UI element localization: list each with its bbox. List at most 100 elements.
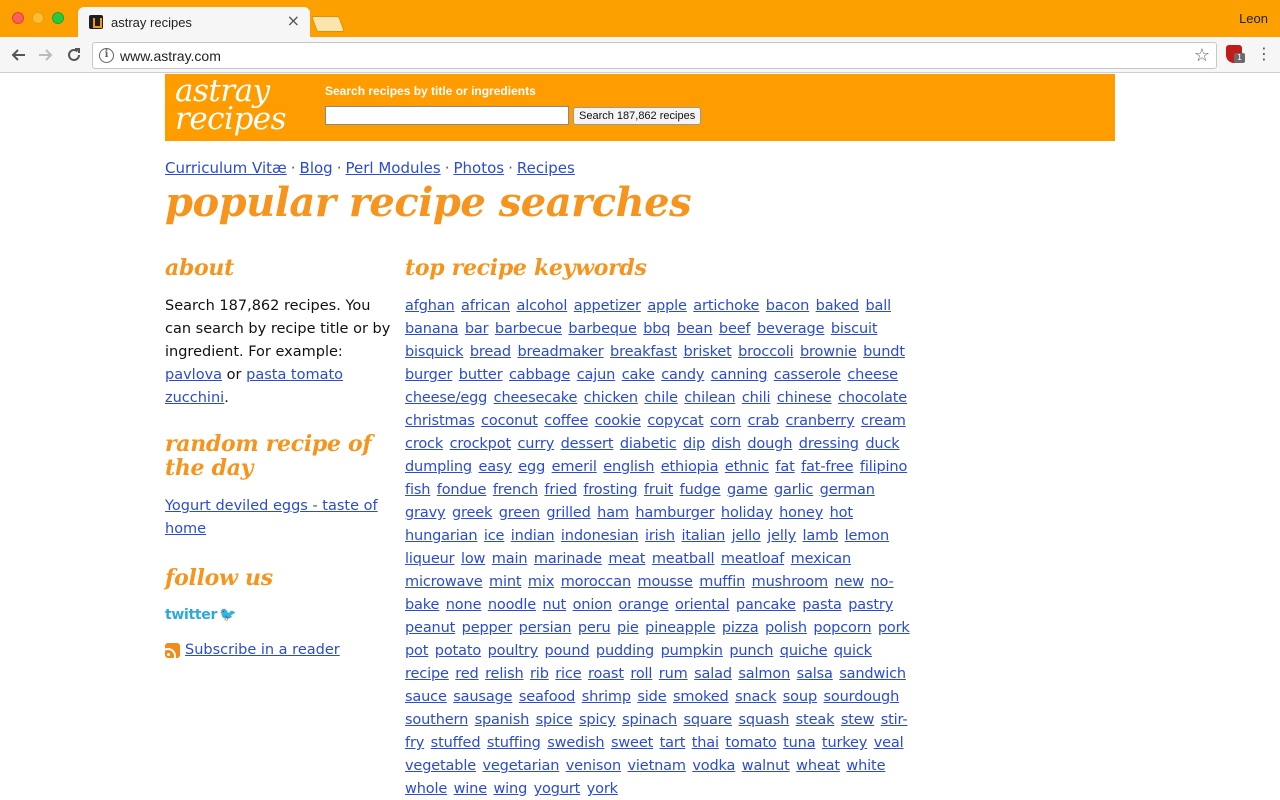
keyword-link[interactable]: meatloaf: [721, 551, 784, 567]
keyword-link[interactable]: thai: [692, 735, 719, 751]
keyword-link[interactable]: breadmaker: [517, 344, 603, 360]
keyword-link[interactable]: vegetarian: [482, 758, 559, 774]
keyword-link[interactable]: fried: [544, 482, 577, 498]
keyword-link[interactable]: green: [499, 505, 540, 521]
keyword-link[interactable]: garlic: [774, 482, 813, 498]
keyword-link[interactable]: soup: [783, 689, 817, 705]
keyword-link[interactable]: chili: [742, 390, 771, 406]
keyword-link[interactable]: pound: [545, 643, 590, 659]
nav-link-cv[interactable]: Curriculum Vitæ: [165, 159, 287, 177]
keyword-link[interactable]: pumpkin: [661, 643, 723, 659]
keyword-link[interactable]: wheat: [796, 758, 840, 774]
keyword-link[interactable]: alcohol: [516, 298, 567, 314]
keyword-link[interactable]: spicy: [579, 712, 616, 728]
keyword-link[interactable]: tuna: [783, 735, 816, 751]
keyword-link[interactable]: bean: [677, 321, 713, 337]
keyword-link[interactable]: curry: [517, 436, 554, 452]
keyword-link[interactable]: coconut: [481, 413, 538, 429]
keyword-link[interactable]: beverage: [757, 321, 825, 337]
keyword-link[interactable]: ball: [865, 298, 891, 314]
keyword-link[interactable]: filipino: [860, 459, 907, 475]
twitter-link[interactable]: twitter 🐦: [165, 604, 397, 623]
keyword-link[interactable]: yogurt: [534, 781, 581, 797]
keyword-link[interactable]: stew: [841, 712, 875, 728]
keyword-link[interactable]: walnut: [742, 758, 790, 774]
keyword-link[interactable]: salad: [694, 666, 732, 682]
keyword-link[interactable]: peanut: [405, 620, 455, 636]
keyword-link[interactable]: hamburger: [635, 505, 714, 521]
keyword-link[interactable]: squash: [739, 712, 790, 728]
window-minimize-button[interactable]: [32, 12, 44, 24]
keyword-link[interactable]: dessert: [561, 436, 614, 452]
keyword-link[interactable]: cabbage: [509, 367, 570, 383]
keyword-link[interactable]: cookie: [595, 413, 641, 429]
keyword-link[interactable]: afghan: [405, 298, 455, 314]
keyword-link[interactable]: jelly: [767, 528, 796, 544]
nav-link-recipes[interactable]: Recipes: [517, 159, 575, 177]
keyword-link[interactable]: corn: [710, 413, 741, 429]
keyword-link[interactable]: pizza: [722, 620, 759, 636]
keyword-link[interactable]: holiday: [721, 505, 773, 521]
keyword-link[interactable]: apple: [647, 298, 687, 314]
keyword-link[interactable]: cheese: [847, 367, 898, 383]
keyword-link[interactable]: coffee: [544, 413, 588, 429]
keyword-link[interactable]: noodle: [488, 597, 536, 613]
keyword-link[interactable]: recipe: [405, 666, 449, 682]
keyword-link[interactable]: sourdough: [823, 689, 899, 705]
nav-link-photos[interactable]: Photos: [453, 159, 504, 177]
keyword-link[interactable]: spinach: [622, 712, 677, 728]
keyword-link[interactable]: side: [637, 689, 666, 705]
keyword-link[interactable]: french: [493, 482, 538, 498]
keyword-link[interactable]: tart: [660, 735, 686, 751]
keyword-link[interactable]: sauce: [405, 689, 447, 705]
keyword-link[interactable]: persian: [519, 620, 572, 636]
keyword-link[interactable]: sausage: [453, 689, 512, 705]
keyword-link[interactable]: easy: [478, 459, 511, 475]
info-icon[interactable]: i: [99, 48, 114, 63]
keyword-link[interactable]: sweet: [611, 735, 653, 751]
keyword-link[interactable]: cajun: [577, 367, 616, 383]
random-recipe-link[interactable]: Yogurt deviled eggs - taste of home: [165, 495, 397, 541]
keyword-link[interactable]: cream: [861, 413, 906, 429]
keyword-link[interactable]: tomato: [725, 735, 776, 751]
site-logo[interactable]: astray recipes: [175, 74, 287, 135]
keyword-link[interactable]: potato: [435, 643, 481, 659]
keyword-link[interactable]: white: [846, 758, 885, 774]
keyword-link[interactable]: pie: [617, 620, 639, 636]
keyword-link[interactable]: roast: [588, 666, 624, 682]
keyword-link[interactable]: fudge: [680, 482, 721, 498]
keyword-link[interactable]: banana: [405, 321, 458, 337]
rss-icon[interactable]: [165, 642, 180, 658]
keyword-link[interactable]: punch: [729, 643, 773, 659]
keyword-link[interactable]: smoked: [673, 689, 729, 705]
keyword-link[interactable]: pepper: [462, 620, 513, 636]
address-bar[interactable]: i www.astray.com ☆: [92, 42, 1217, 69]
keyword-link[interactable]: seafood: [519, 689, 576, 705]
tab-close-icon[interactable]: ×: [287, 12, 300, 30]
profile-name[interactable]: Leon: [1239, 11, 1268, 26]
keyword-link[interactable]: lamb: [803, 528, 839, 544]
keyword-link[interactable]: hungarian: [405, 528, 478, 544]
keyword-link[interactable]: york: [587, 781, 618, 797]
keyword-link[interactable]: grilled: [546, 505, 590, 521]
keyword-link[interactable]: pork: [878, 620, 910, 636]
keyword-link[interactable]: spice: [536, 712, 573, 728]
keyword-link[interactable]: chicken: [584, 390, 638, 406]
keyword-link[interactable]: steak: [796, 712, 835, 728]
keyword-link[interactable]: pasta: [802, 597, 842, 613]
keyword-link[interactable]: onion: [573, 597, 613, 613]
keyword-link[interactable]: microwave: [405, 574, 483, 590]
keyword-link[interactable]: swedish: [547, 735, 604, 751]
keyword-link[interactable]: jello: [732, 528, 761, 544]
keyword-link[interactable]: gravy: [405, 505, 446, 521]
keyword-link[interactable]: main: [492, 551, 528, 567]
keyword-link[interactable]: broccoli: [738, 344, 794, 360]
keyword-link[interactable]: baked: [816, 298, 860, 314]
keyword-link[interactable]: indonesian: [561, 528, 639, 544]
keyword-link[interactable]: bacon: [766, 298, 810, 314]
keyword-link[interactable]: vietnam: [627, 758, 686, 774]
keyword-link[interactable]: burger: [405, 367, 452, 383]
keyword-link[interactable]: cheesecake: [494, 390, 578, 406]
keyword-link[interactable]: venison: [566, 758, 621, 774]
keyword-link[interactable]: salsa: [797, 666, 833, 682]
